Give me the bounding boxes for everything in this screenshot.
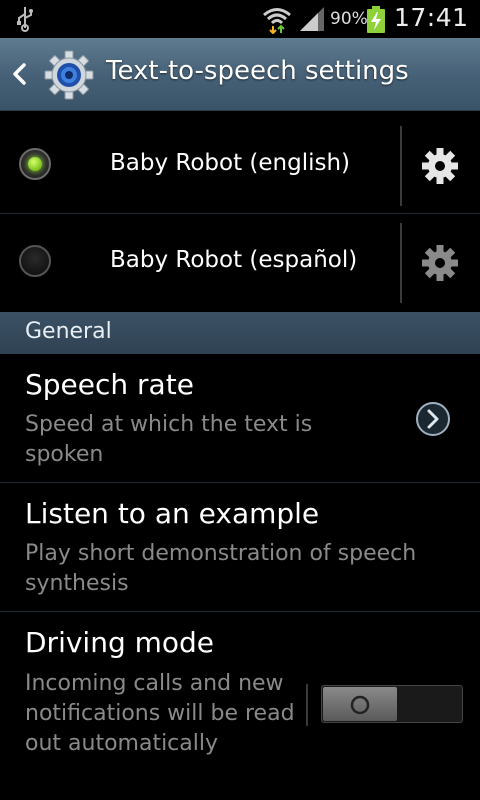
pref-driving-mode[interactable]: Driving mode Incoming calls and new noti… bbox=[0, 612, 480, 800]
battery-percent: 90% bbox=[330, 9, 368, 29]
usb-icon bbox=[17, 7, 33, 32]
toggle-thumb[interactable] bbox=[323, 687, 397, 721]
radio-button-unselected[interactable] bbox=[19, 245, 51, 277]
page-title: Text-to-speech settings bbox=[106, 56, 409, 86]
settings-gear-app-icon[interactable] bbox=[44, 50, 94, 100]
pref-title: Driving mode bbox=[25, 626, 215, 659]
pref-listen-example[interactable]: Listen to an example Play short demonstr… bbox=[0, 483, 480, 611]
signal-icon bbox=[300, 7, 324, 31]
pref-title: Speech rate bbox=[25, 368, 194, 401]
chevron-right-icon[interactable] bbox=[414, 400, 452, 438]
toggle-off-circle-icon bbox=[350, 695, 370, 715]
pref-summary: Speed at which the text is spoken bbox=[25, 412, 313, 467]
action-bar: Text-to-speech settings bbox=[0, 38, 480, 111]
driving-mode-toggle[interactable] bbox=[321, 685, 463, 723]
engine-label: Baby Robot (english) bbox=[110, 150, 351, 176]
status-bar: 90% 17:41 bbox=[0, 0, 480, 38]
clock: 17:41 bbox=[394, 3, 469, 32]
pref-title: Listen to an example bbox=[25, 497, 320, 530]
engine-settings-gear-icon[interactable] bbox=[420, 146, 460, 186]
divider bbox=[400, 126, 402, 206]
divider bbox=[400, 223, 402, 303]
engine-label: Baby Robot (español) bbox=[110, 247, 358, 273]
radio-button-selected[interactable] bbox=[19, 148, 51, 180]
engine-row-english[interactable]: Baby Robot (english) bbox=[0, 118, 480, 214]
section-header-general: General bbox=[0, 312, 480, 354]
divider bbox=[306, 684, 308, 726]
pref-summary: Play short demonstration of speech synth… bbox=[25, 541, 417, 596]
battery-charging-icon bbox=[367, 6, 385, 33]
back-icon[interactable] bbox=[10, 62, 30, 86]
section-header-label: General bbox=[25, 319, 112, 344]
engine-settings-gear-icon[interactable] bbox=[420, 243, 460, 283]
engine-row-spanish[interactable]: Baby Robot (español) bbox=[0, 215, 480, 311]
pref-speech-rate[interactable]: Speech rate Speed at which the text is s… bbox=[0, 354, 480, 482]
row-divider bbox=[0, 213, 480, 214]
pref-summary: Incoming calls and new notifications wil… bbox=[25, 671, 295, 756]
wifi-icon bbox=[263, 8, 291, 34]
